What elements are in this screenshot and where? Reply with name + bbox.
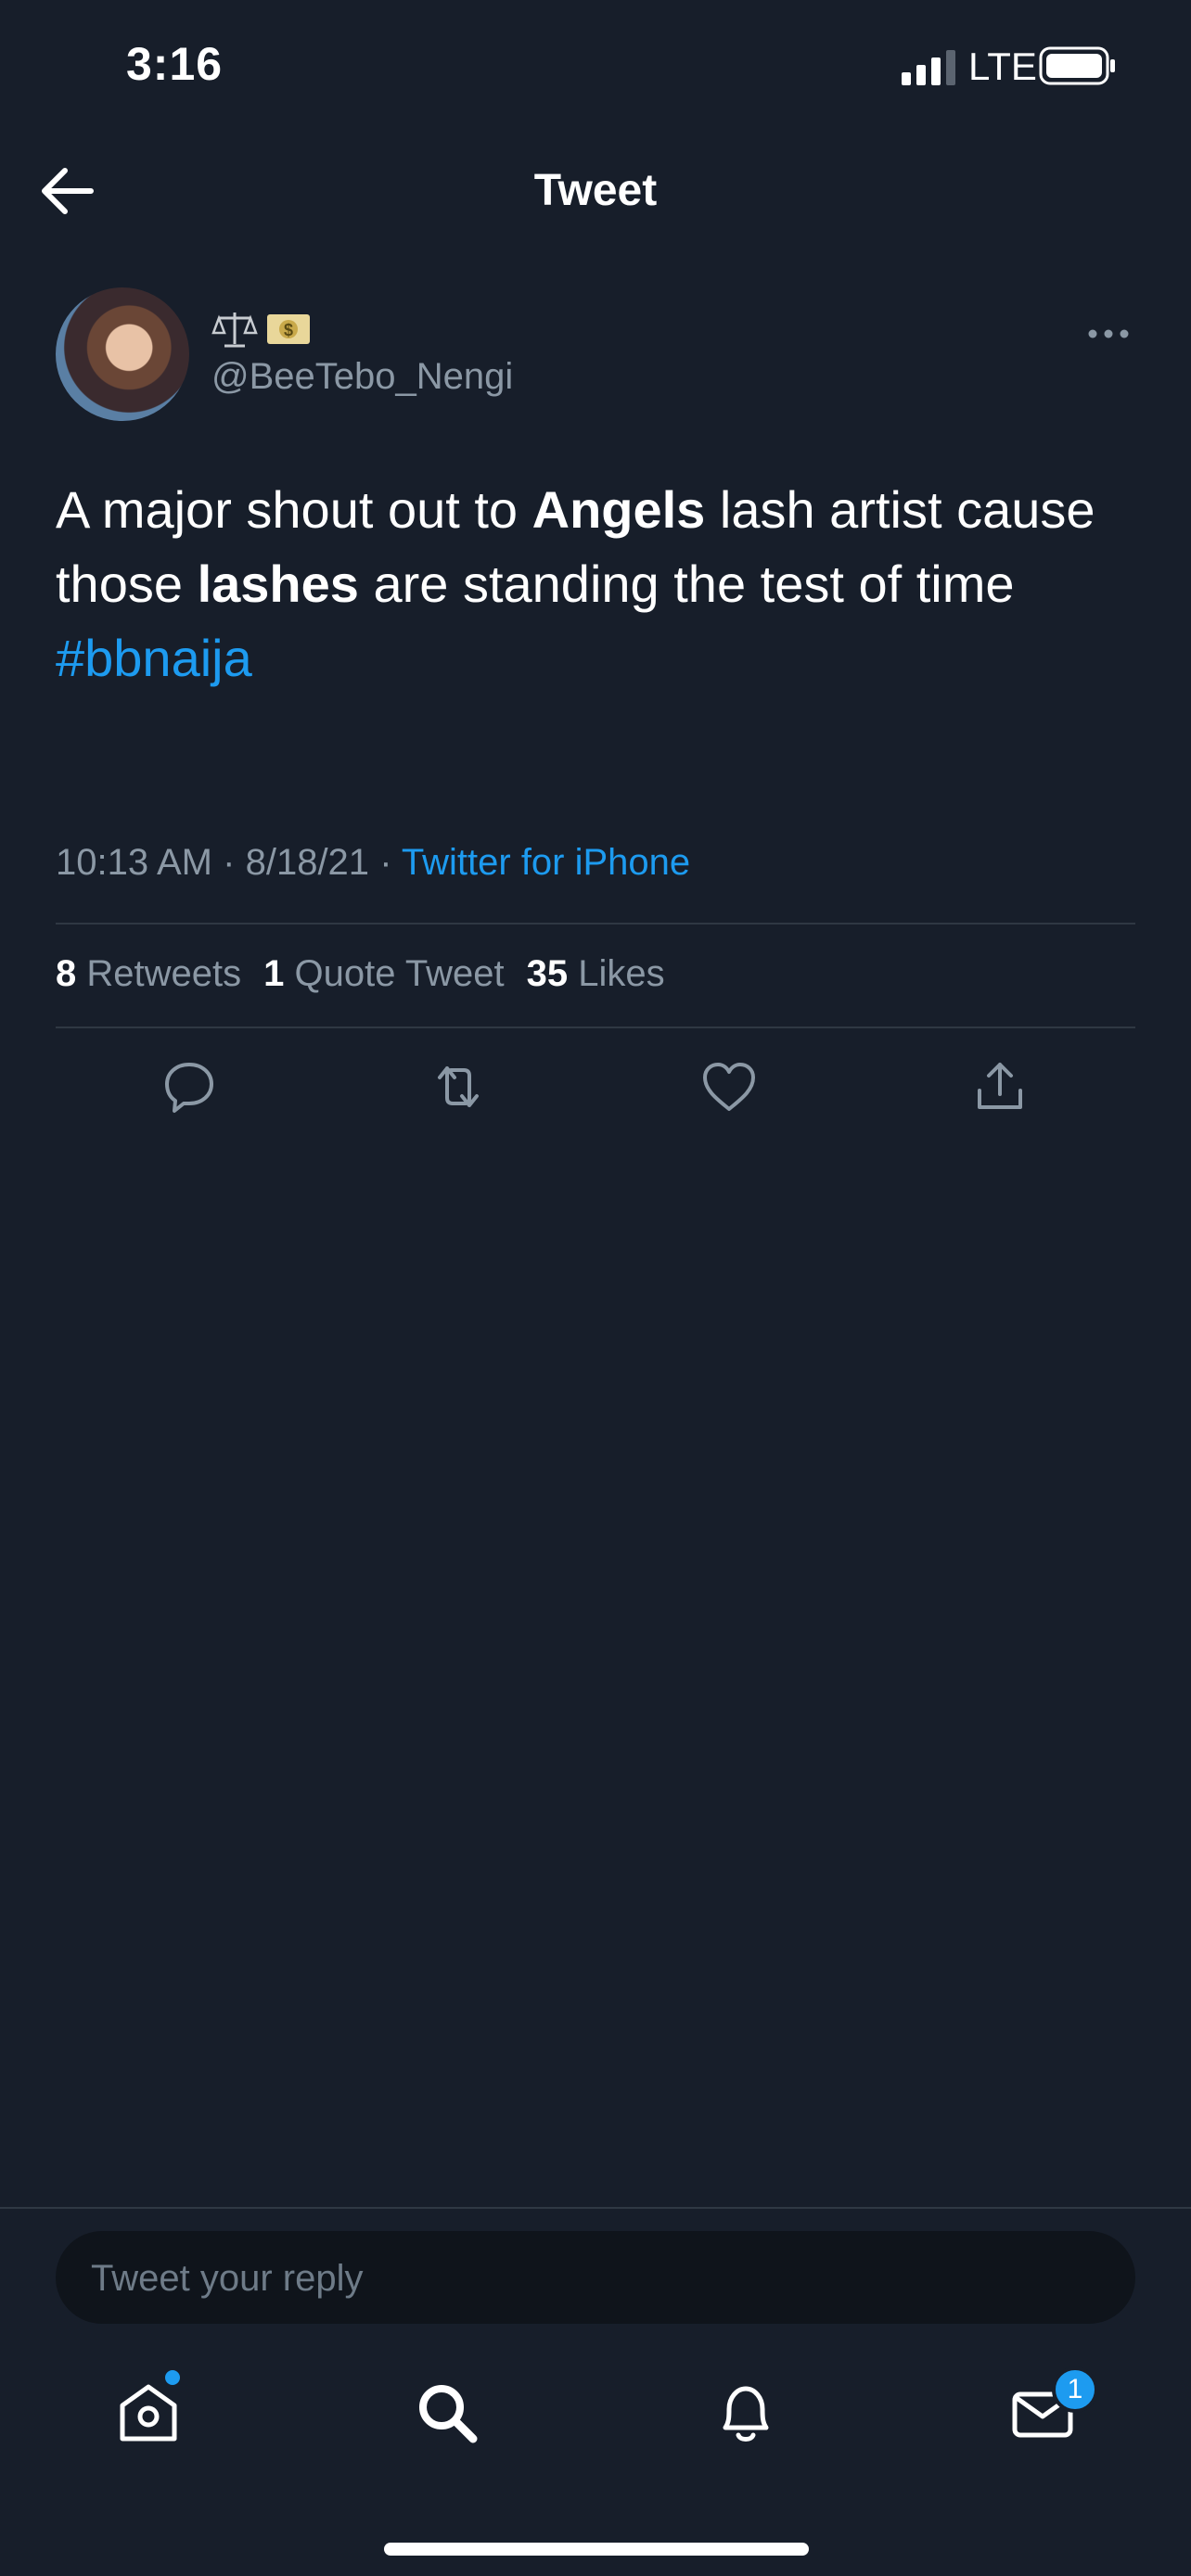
- divider: [56, 923, 1135, 925]
- home-notification-dot: [165, 2370, 180, 2385]
- likes-stat[interactable]: 35 Likes: [527, 953, 665, 994]
- likes-count: 35: [526, 953, 569, 994]
- tweet-time: 10:13 AM: [56, 842, 213, 883]
- avatar[interactable]: [56, 287, 189, 421]
- network-label: LTE: [968, 45, 1037, 88]
- reply-composer[interactable]: [56, 2231, 1135, 2326]
- like-heart-icon[interactable]: [699, 1057, 759, 1116]
- search-icon[interactable]: [412, 2378, 482, 2448]
- author-display-name[interactable]: $: [211, 306, 312, 352]
- tweet-source-link[interactable]: Twitter for iPhone: [402, 842, 690, 883]
- home-icon[interactable]: [113, 2378, 184, 2448]
- likes-label: Likes: [578, 953, 665, 994]
- money-bag-emoji: $: [267, 314, 310, 344]
- share-icon[interactable]: [970, 1057, 1030, 1116]
- home-indicator: [384, 2543, 809, 2556]
- tweet-stats: 8 Retweets 1 Quote Tweet 35 Likes: [56, 953, 665, 995]
- retweet-icon[interactable]: [429, 1057, 488, 1116]
- separator: ·: [379, 842, 392, 883]
- signal-icon: [902, 50, 955, 85]
- quotes-stat[interactable]: 1 Quote Tweet: [263, 953, 504, 994]
- balance-scale-emoji: [211, 312, 258, 348]
- retweets-stat[interactable]: 8 Retweets: [56, 953, 241, 994]
- hashtag-link[interactable]: #bbnaija: [56, 629, 252, 687]
- author-handle[interactable]: @BeeTebo_Nengi: [211, 356, 513, 398]
- reply-icon[interactable]: [160, 1057, 219, 1116]
- divider: [56, 1027, 1135, 1028]
- more-options-icon[interactable]: [1085, 315, 1132, 352]
- tweet-text-segment: are standing the test of time: [358, 555, 1015, 613]
- reply-input[interactable]: [89, 2231, 1020, 2326]
- status-time: 3:16: [126, 38, 224, 90]
- retweets-label: Retweets: [86, 953, 242, 994]
- retweets-count: 8: [56, 953, 77, 994]
- tweet-text-bold: lashes: [197, 555, 359, 613]
- svg-text:$: $: [284, 321, 293, 339]
- quotes-count: 1: [263, 953, 285, 994]
- tweet-meta: 10:13 AM · 8/18/21 · Twitter for iPhone: [56, 842, 690, 884]
- tweet-text-bold: Angels: [531, 480, 706, 539]
- divider: [0, 2207, 1191, 2209]
- quotes-label: Quote Tweet: [294, 953, 505, 994]
- messages-badge: 1: [1052, 2366, 1098, 2413]
- notifications-bell-icon[interactable]: [711, 2378, 781, 2448]
- separator: ·: [223, 842, 236, 883]
- page-title: Tweet: [533, 166, 658, 215]
- battery-icon: [1039, 46, 1115, 85]
- tweet-text: A major shout out to Angels lash artist …: [56, 473, 1150, 695]
- tweet-text-segment: A major shout out to: [56, 480, 532, 539]
- tweet-date: 8/18/21: [245, 842, 370, 883]
